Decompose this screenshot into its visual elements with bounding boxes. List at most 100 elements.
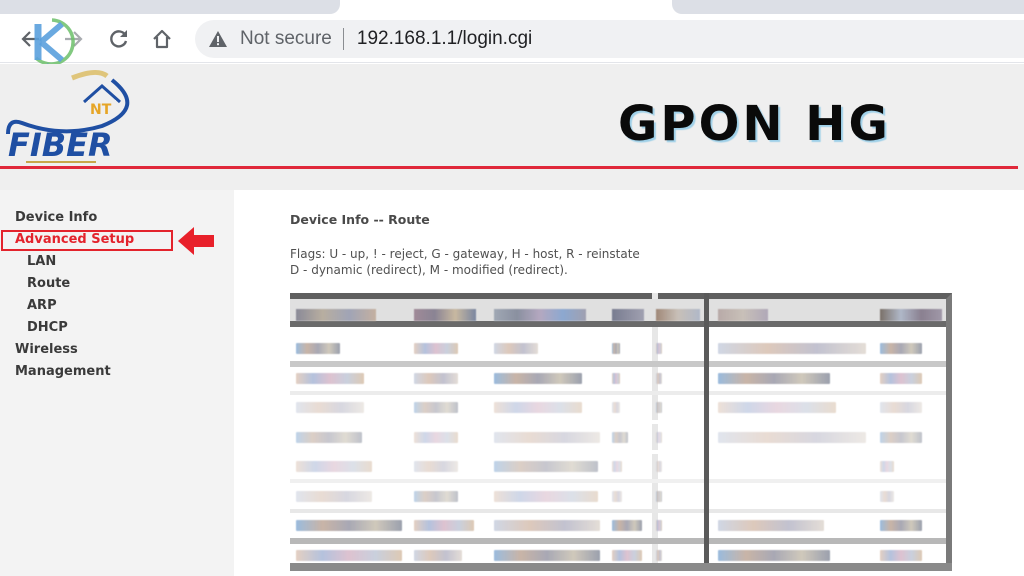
table-cell-obscured [718,402,836,413]
table-cell-obscured [414,549,462,561]
table-cell-obscured [296,343,340,354]
table-cell-obscured [296,431,362,443]
table-cell-obscured [880,520,922,531]
table-cell-obscured [656,490,662,502]
table-cell-obscured [718,520,824,531]
table-cell-obscured [718,431,866,443]
svg-text:FIBER: FIBER [8,126,113,164]
flags-legend: Flags: U - up, ! - reject, G - gateway, … [290,246,640,278]
header-cell-gateway [414,309,476,321]
address-bar[interactable]: Not secure 192.168.1.1/login.cgi [195,20,1024,58]
sidebar-item-device-info[interactable]: Device Info [15,210,97,225]
table-cell-obscured [494,549,600,561]
table-cell-obscured [718,343,866,354]
table-cell-obscured [656,461,662,472]
table-cell-obscured [656,402,662,413]
table-cell-obscured [612,490,622,502]
table-cell-obscured [296,549,402,561]
nt-fiber-logo: NT FIBER [2,68,142,168]
table-bottom-border [290,563,952,571]
header-cell-destination [296,309,376,321]
router-header-banner: NT FIBER GPON HG [0,64,1024,190]
table-cell-obscured [880,372,922,384]
table-row [290,510,946,540]
table-cell-obscured [656,343,662,354]
table-row [290,481,946,511]
table-cell-obscured [612,431,628,443]
table-cell-obscured [414,431,458,443]
table-cell-obscured [494,520,600,531]
security-label[interactable]: Not secure [240,28,332,50]
table-cell-obscured [880,402,922,413]
table-cell-obscured [494,490,598,502]
header-cell-interface [880,309,942,321]
table-cell-obscured [656,520,662,531]
table-cell-obscured [414,520,474,531]
table-cell-obscured [414,461,458,472]
table-row [290,363,946,393]
annotation-highlight-box [1,230,173,251]
table-cell-obscured [656,431,662,443]
table-cell-obscured [414,372,458,384]
table-cell-obscured [296,372,364,384]
banner-title: GPON HG [618,96,891,152]
table-header-row [290,299,946,327]
table-cell-obscured [612,520,642,531]
browser-tab-strip [0,0,1024,16]
sidebar-nav: Device Info Advanced Setup LAN Route ARP… [0,190,234,576]
table-row [290,333,946,363]
table-cell-obscured [718,372,830,384]
table-cell-obscured [494,461,598,472]
header-cell-metric [656,309,700,321]
table-cell-obscured [296,520,402,531]
table-cell-obscured [414,343,458,354]
table-cell-obscured [612,461,622,472]
address-separator [342,28,344,50]
table-cell-obscured [880,461,894,472]
flags-line-2: D - dynamic (redirect), M - modified (re… [290,263,568,277]
table-cell-obscured [296,490,372,502]
svg-text:NT: NT [90,102,112,118]
table-cell-obscured [612,549,642,561]
table-cell-obscured [880,549,922,561]
sidebar-item-route[interactable]: Route [27,276,70,291]
header-divider [0,166,1018,169]
table-row [290,422,946,452]
sidebar-item-arp[interactable]: ARP [27,298,57,313]
table-cell-obscured [414,402,458,413]
table-section-divider [704,293,709,571]
table-cell-obscured [296,402,364,413]
back-icon[interactable] [16,24,46,54]
sidebar-item-wireless[interactable]: Wireless [15,342,78,357]
browser-tab-active[interactable] [340,0,672,16]
table-cell-obscured [494,343,538,354]
browser-tab-inactive[interactable] [0,0,340,14]
table-cell-obscured [494,431,600,443]
url-text[interactable]: 192.168.1.1/login.cgi [357,28,532,50]
table-cell-obscured [880,431,922,443]
table-cell-obscured [880,490,894,502]
table-row [290,451,946,481]
sidebar-item-lan[interactable]: LAN [27,254,56,269]
table-cell-obscured [612,372,620,384]
table-cell-obscured [414,490,458,502]
forward-icon[interactable] [58,24,88,54]
warning-icon[interactable] [207,28,229,50]
header-cell-subnet-mask [494,309,586,321]
table-cell-obscured [718,549,830,561]
header-cell-flag [612,309,644,321]
table-cell-obscured [494,402,582,413]
browser-toolbar: Not secure 192.168.1.1/login.cgi [0,16,1024,63]
table-cell-obscured [494,372,582,384]
main-content: Device Info -- Route Flags: U - up, ! - … [234,190,1024,576]
table-cell-obscured [880,343,922,354]
table-cell-obscured [612,343,620,354]
sidebar-item-dhcp[interactable]: DHCP [27,320,68,335]
flags-line-1: Flags: U - up, ! - reject, G - gateway, … [290,247,640,261]
home-icon[interactable] [147,24,177,54]
reload-icon[interactable] [104,24,134,54]
table-cell-obscured [656,549,662,561]
sidebar-item-management[interactable]: Management [15,364,111,379]
table-cell-obscured [612,402,620,413]
browser-tab-inactive[interactable] [672,0,1024,14]
